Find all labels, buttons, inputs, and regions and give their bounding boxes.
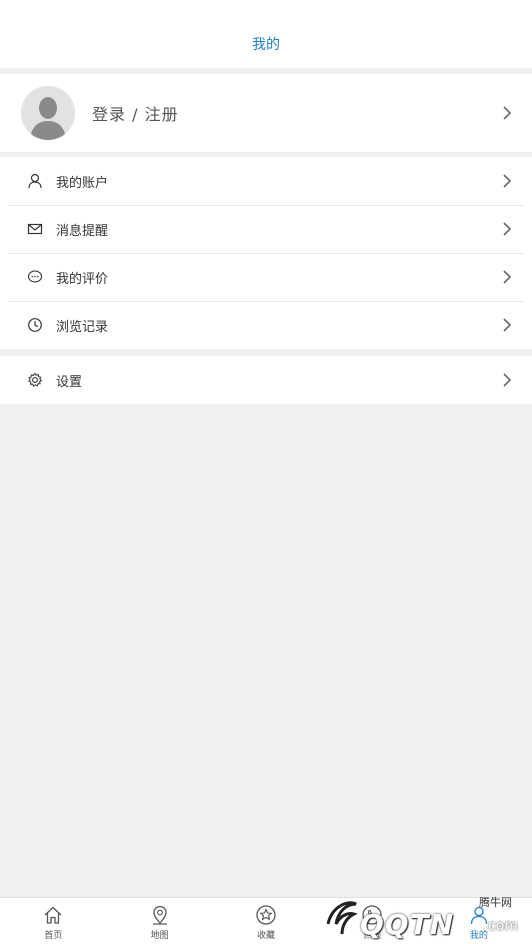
user-icon	[470, 906, 487, 925]
gear-icon	[27, 372, 43, 388]
chevron-right-icon	[503, 106, 512, 120]
chevron-right-icon	[503, 222, 512, 236]
chevron-right-icon	[503, 373, 512, 387]
menu-item-label: 我的账户	[56, 175, 109, 191]
tab-favorites[interactable]: 收藏	[213, 898, 319, 944]
menu-item-history[interactable]: 浏览记录	[0, 301, 532, 349]
chevron-right-icon	[503, 174, 512, 188]
login-register-row[interactable]: 登录 / 注册	[0, 74, 532, 152]
menu-item-label: 设置	[56, 374, 83, 390]
header-bar: 我的	[0, 0, 532, 68]
comment-icon	[27, 269, 43, 285]
tab-label: 首页	[44, 931, 63, 941]
tab-mine[interactable]: 我的	[426, 898, 532, 944]
chevron-right-icon	[503, 270, 512, 284]
avatar	[21, 86, 75, 140]
tab-map[interactable]: 地图	[106, 898, 212, 944]
menu-item-label: 浏览记录	[56, 319, 109, 335]
tab-hotline[interactable]: 热线	[319, 898, 425, 944]
menu-list: 我的账户 消息提醒 我的评价 浏览记录	[0, 157, 532, 349]
menu-item-reviews[interactable]: 我的评价	[0, 253, 532, 301]
phone-icon	[362, 905, 383, 925]
chevron-right-icon	[503, 318, 512, 332]
map-pin-icon	[152, 905, 167, 925]
tab-label: 地图	[150, 931, 169, 941]
mail-icon	[27, 221, 43, 237]
clock-icon	[27, 317, 43, 333]
settings-section: 设置	[0, 356, 532, 404]
star-icon	[256, 905, 276, 925]
tab-label: 我的	[469, 931, 488, 941]
menu-item-messages[interactable]: 消息提醒	[0, 205, 532, 253]
menu-item-account[interactable]: 我的账户	[0, 157, 532, 205]
menu-item-label: 我的评价	[56, 271, 109, 287]
tab-label: 热线	[363, 931, 382, 941]
tab-home[interactable]: 首页	[0, 898, 106, 944]
menu-item-label: 消息提醒	[56, 223, 109, 239]
bottom-tab-bar: 首页 地图 收藏 热线 我的	[0, 897, 532, 944]
menu-item-settings[interactable]: 设置	[0, 356, 532, 404]
login-register-label: 登录 / 注册	[92, 105, 179, 124]
default-avatar-icon	[21, 86, 75, 140]
home-icon	[44, 906, 62, 924]
page-title: 我的	[252, 37, 280, 53]
tab-label: 收藏	[257, 931, 276, 941]
user-icon	[27, 173, 43, 189]
